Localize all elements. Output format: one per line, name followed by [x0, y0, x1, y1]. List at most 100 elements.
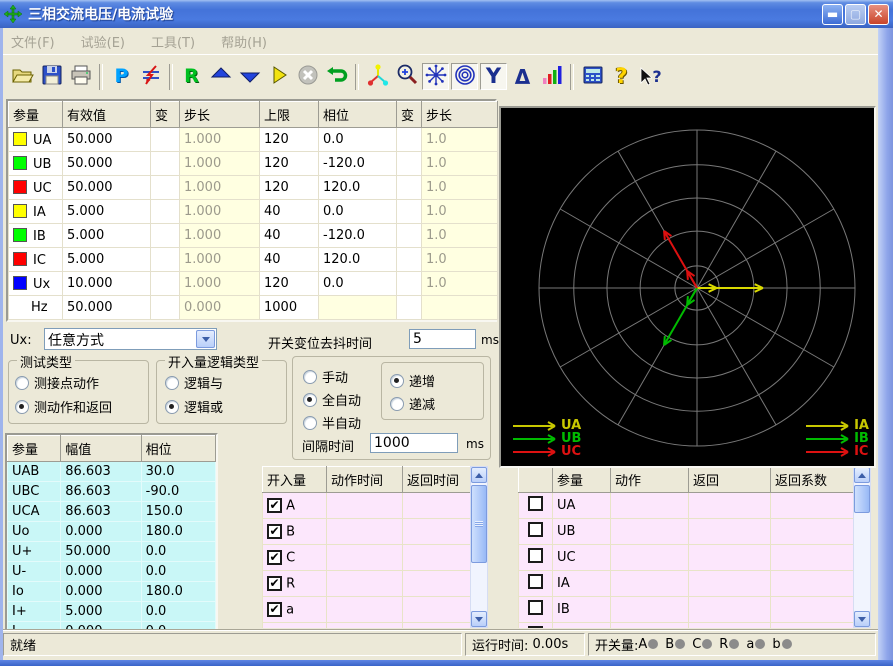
check-cell[interactable]: [519, 623, 553, 629]
var-cell[interactable]: [397, 128, 422, 152]
open-button[interactable]: [9, 63, 36, 90]
maximize-button[interactable]: ▢: [845, 4, 866, 25]
phase-cell[interactable]: 0.0: [319, 128, 397, 152]
radio-logic-and[interactable]: 逻辑与: [165, 373, 223, 392]
fault-wave-button[interactable]: [137, 63, 164, 90]
phase-cell[interactable]: -120.0: [319, 152, 397, 176]
var-cell[interactable]: [151, 248, 180, 272]
step-cell[interactable]: 1.000: [180, 176, 260, 200]
check-cell[interactable]: ✔ R: [263, 571, 327, 597]
check-cell[interactable]: ✔ A: [263, 493, 327, 519]
check-cell[interactable]: ✔ C: [263, 545, 327, 571]
var-cell[interactable]: [397, 176, 422, 200]
save-button[interactable]: [38, 63, 65, 90]
radio-icon[interactable]: [303, 416, 317, 430]
column-header[interactable]: 步长: [180, 102, 260, 128]
raise-button[interactable]: [207, 63, 234, 90]
column-header[interactable]: 相位: [319, 102, 397, 128]
print-button[interactable]: [67, 63, 94, 90]
check-cell[interactable]: ✔ a: [263, 597, 327, 623]
radio-increase[interactable]: 递增: [390, 371, 435, 390]
calculator-button[interactable]: [579, 63, 606, 90]
radio-icon[interactable]: [303, 393, 317, 407]
var-cell[interactable]: [397, 152, 422, 176]
check-cell[interactable]: [519, 571, 553, 597]
check-cell[interactable]: [519, 493, 553, 519]
radio-icon[interactable]: [15, 400, 29, 414]
var-cell[interactable]: [397, 200, 422, 224]
radio-semi-auto[interactable]: 半自动: [303, 413, 361, 432]
limit-cell[interactable]: 40: [260, 248, 319, 272]
unchecked-checkbox-icon[interactable]: [528, 522, 543, 537]
radio-icon[interactable]: [165, 400, 179, 414]
column-header[interactable]: 有效值: [63, 102, 151, 128]
var-cell[interactable]: [151, 272, 180, 296]
unchecked-checkbox-icon[interactable]: [528, 626, 543, 628]
scroll-down-icon[interactable]: [854, 611, 870, 627]
var-cell[interactable]: [151, 176, 180, 200]
rms-cell[interactable]: 5.000: [63, 200, 151, 224]
checked-checkbox-icon[interactable]: ✔: [267, 524, 282, 539]
phase-cell[interactable]: 0.0: [319, 200, 397, 224]
radio-manual[interactable]: 手动: [303, 367, 348, 386]
step-cell[interactable]: 1.0: [422, 128, 498, 152]
limit-cell[interactable]: 120: [260, 176, 319, 200]
rms-cell[interactable]: 50.000: [63, 176, 151, 200]
radio-test-contact[interactable]: 测接点动作: [15, 373, 99, 392]
step-cell[interactable]: 1.0: [422, 152, 498, 176]
radio-logic-or[interactable]: 逻辑或: [165, 397, 223, 416]
harmonics-button[interactable]: [538, 63, 565, 90]
wye-connection-button[interactable]: Y: [480, 63, 507, 90]
delta-connection-button[interactable]: Δ: [509, 63, 536, 90]
check-cell[interactable]: [519, 597, 553, 623]
about-button[interactable]: ?: [608, 63, 635, 90]
phase-cell[interactable]: 0.0: [319, 272, 397, 296]
radio-icon[interactable]: [15, 376, 29, 390]
radio-decrease[interactable]: 递减: [390, 394, 435, 413]
step-cell[interactable]: 1.0: [422, 200, 498, 224]
column-header[interactable]: 变: [151, 102, 180, 128]
step-cell[interactable]: 0.000: [180, 296, 260, 320]
column-header[interactable]: 参量: [9, 102, 63, 128]
reset-button[interactable]: R: [178, 63, 205, 90]
step-cell[interactable]: 1.0: [422, 272, 498, 296]
unchecked-checkbox-icon[interactable]: [528, 496, 543, 511]
var-cell[interactable]: [151, 224, 180, 248]
step-cell[interactable]: 1.000: [180, 272, 260, 296]
var-cell[interactable]: [397, 224, 422, 248]
start-button[interactable]: [265, 63, 292, 90]
undo-button[interactable]: [323, 63, 350, 90]
check-cell[interactable]: ✔ B: [263, 519, 327, 545]
rays-view-button[interactable]: [422, 63, 449, 90]
var-cell[interactable]: [151, 128, 180, 152]
context-help-button[interactable]: ?: [637, 63, 664, 90]
rms-cell[interactable]: 5.000: [63, 248, 151, 272]
step-cell[interactable]: [422, 296, 498, 320]
check-cell[interactable]: [519, 545, 553, 571]
column-header[interactable]: 上限: [260, 102, 319, 128]
zoom-button[interactable]: [393, 63, 420, 90]
phase-cell[interactable]: 120.0: [319, 176, 397, 200]
var-cell[interactable]: [151, 296, 180, 320]
radio-test-act-return[interactable]: 测动作和返回: [15, 397, 112, 416]
column-header[interactable]: 步长: [422, 102, 498, 128]
limit-cell[interactable]: 40: [260, 200, 319, 224]
debounce-input[interactable]: [409, 329, 476, 349]
var-cell[interactable]: [397, 296, 422, 320]
dropdown-arrow-icon[interactable]: [196, 330, 215, 348]
scroll-thumb[interactable]: [471, 485, 487, 563]
radio-icon[interactable]: [390, 397, 404, 411]
lower-button[interactable]: [236, 63, 263, 90]
check-cell[interactable]: [519, 519, 553, 545]
phasor-view-button[interactable]: [364, 63, 391, 90]
result-scrollbar[interactable]: [853, 466, 871, 628]
checked-checkbox-icon[interactable]: ✔: [267, 550, 282, 565]
rms-cell[interactable]: 50.000: [63, 152, 151, 176]
rms-cell[interactable]: 50.000: [63, 128, 151, 152]
checked-checkbox-icon[interactable]: ✔: [267, 602, 282, 617]
phase-cell[interactable]: -120.0: [319, 224, 397, 248]
interval-input[interactable]: [370, 433, 458, 453]
rms-cell[interactable]: 5.000: [63, 224, 151, 248]
checked-checkbox-icon[interactable]: ✔: [267, 498, 282, 513]
var-cell[interactable]: [397, 272, 422, 296]
